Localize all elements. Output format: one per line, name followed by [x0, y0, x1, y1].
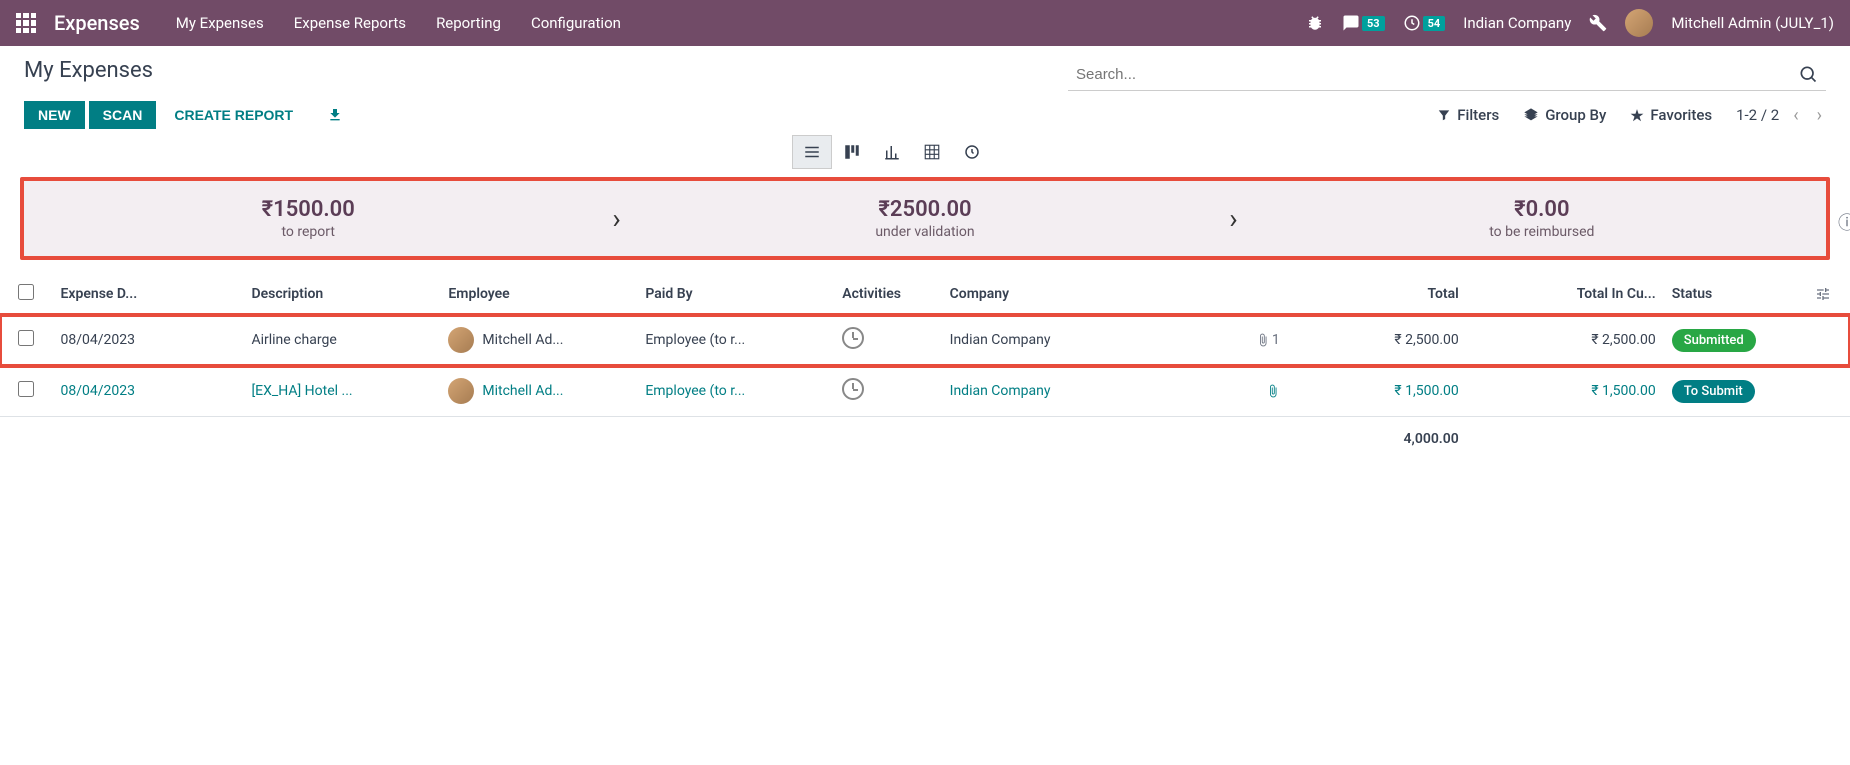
col-paidby[interactable]: Paid By: [637, 274, 834, 315]
status-badge: To Submit: [1672, 380, 1755, 403]
col-total-currency[interactable]: Total In Cu...: [1467, 274, 1664, 315]
cell-employee: Mitchell Ad...: [440, 366, 637, 417]
clock-icon: [842, 378, 864, 400]
pager-next[interactable]: ›: [1813, 105, 1826, 126]
row-checkbox[interactable]: [18, 381, 34, 397]
cell-total: ₹ 1,500.00: [1288, 366, 1467, 417]
page-title: My Expenses: [24, 58, 153, 83]
messages-badge: 53: [1362, 16, 1385, 31]
pager: 1-2 / 2 ‹ ›: [1736, 105, 1826, 126]
select-all-checkbox[interactable]: [18, 284, 34, 300]
footer-total: 4,000.00: [1288, 417, 1467, 462]
bug-icon[interactable]: [1306, 14, 1324, 32]
clock-icon: [842, 327, 864, 349]
search-box[interactable]: [1068, 58, 1826, 91]
employee-avatar: [448, 327, 474, 353]
expense-summary-dashboard: ₹1500.00 to report › ₹2500.00 under vali…: [20, 177, 1830, 260]
new-button[interactable]: NEW: [24, 101, 85, 129]
dash-to-reimburse[interactable]: ₹0.00 to be reimbursed: [1258, 197, 1826, 240]
user-avatar[interactable]: [1625, 9, 1653, 37]
col-total[interactable]: Total: [1288, 274, 1467, 315]
view-kanban-icon[interactable]: [832, 135, 872, 169]
cell-total-currency: ₹ 2,500.00: [1467, 315, 1664, 366]
cell-company: Indian Company: [942, 315, 1217, 366]
nav-expense-reports[interactable]: Expense Reports: [294, 14, 406, 32]
nav-configuration[interactable]: Configuration: [531, 14, 621, 32]
apps-icon[interactable]: [16, 13, 36, 33]
attachment-icon[interactable]: [1224, 384, 1280, 398]
activities-badge: 54: [1423, 16, 1446, 31]
col-employee[interactable]: Employee: [440, 274, 637, 315]
filters-button[interactable]: Filters: [1437, 106, 1499, 124]
employee-avatar: [448, 378, 474, 404]
cell-employee: Mitchell Ad...: [440, 315, 637, 366]
help-icon[interactable]: ⓘ: [1838, 209, 1850, 235]
search-input[interactable]: [1076, 66, 1798, 83]
top-nav: Expenses My Expenses Expense Reports Rep…: [0, 0, 1850, 46]
cell-date: 08/04/2023: [53, 366, 244, 417]
col-activities[interactable]: Activities: [834, 274, 941, 315]
control-bar: My Expenses NEW SCAN CREATE REPORT Filte…: [0, 46, 1850, 169]
nav-my-expenses[interactable]: My Expenses: [176, 14, 264, 32]
status-badge: Submitted: [1672, 329, 1756, 352]
col-status[interactable]: Status: [1664, 274, 1807, 315]
cell-description: Airline charge: [243, 315, 440, 366]
messages-icon[interactable]: 53: [1342, 14, 1385, 32]
row-checkbox[interactable]: [18, 330, 34, 346]
chevron-right-icon: ›: [1209, 202, 1257, 235]
view-list-icon[interactable]: [792, 135, 832, 169]
cell-description: [EX_HA] Hotel ...: [243, 366, 440, 417]
attachment-icon[interactable]: 1: [1224, 332, 1280, 348]
cell-paidby: Employee (to r...: [637, 315, 834, 366]
cell-paidby: Employee (to r...: [637, 366, 834, 417]
pager-text: 1-2 / 2: [1736, 106, 1779, 124]
table-row[interactable]: 08/04/2023 Airline charge Mitchell Ad...…: [0, 315, 1850, 366]
cell-total: ₹ 2,500.00: [1288, 315, 1467, 366]
tools-icon[interactable]: [1589, 14, 1607, 32]
column-settings-icon[interactable]: [1807, 274, 1850, 315]
col-description[interactable]: Description: [243, 274, 440, 315]
cell-company: Indian Company: [942, 366, 1217, 417]
cell-date: 08/04/2023: [53, 315, 244, 366]
chevron-right-icon: ›: [592, 202, 640, 235]
col-date[interactable]: Expense D...: [53, 274, 244, 315]
favorites-button[interactable]: Favorites: [1630, 106, 1712, 124]
create-report-button[interactable]: CREATE REPORT: [160, 101, 307, 129]
cell-activities[interactable]: [834, 315, 941, 366]
pager-prev[interactable]: ‹: [1789, 105, 1802, 126]
activities-icon[interactable]: 54: [1403, 14, 1446, 32]
view-pivot-icon[interactable]: [912, 135, 952, 169]
upload-icon[interactable]: [327, 107, 343, 123]
dash-under-validation[interactable]: ₹2500.00 under validation: [641, 197, 1209, 240]
view-activity-icon[interactable]: [952, 135, 992, 169]
nav-menu: My Expenses Expense Reports Reporting Co…: [176, 14, 621, 32]
search-icon[interactable]: [1798, 64, 1818, 84]
nav-reporting[interactable]: Reporting: [436, 14, 501, 32]
scan-button[interactable]: SCAN: [89, 101, 157, 129]
expenses-table: Expense D... Description Employee Paid B…: [0, 274, 1850, 461]
view-graph-icon[interactable]: [872, 135, 912, 169]
col-company[interactable]: Company: [942, 274, 1217, 315]
cell-activities[interactable]: [834, 366, 941, 417]
username[interactable]: Mitchell Admin (JULY_1): [1671, 14, 1834, 32]
groupby-button[interactable]: Group By: [1523, 106, 1606, 124]
cell-total-currency: ₹ 1,500.00: [1467, 366, 1664, 417]
dash-to-report[interactable]: ₹1500.00 to report: [24, 197, 592, 240]
table-row[interactable]: 08/04/2023 [EX_HA] Hotel ... Mitchell Ad…: [0, 366, 1850, 417]
app-title[interactable]: Expenses: [54, 11, 140, 35]
company-selector[interactable]: Indian Company: [1463, 14, 1571, 32]
